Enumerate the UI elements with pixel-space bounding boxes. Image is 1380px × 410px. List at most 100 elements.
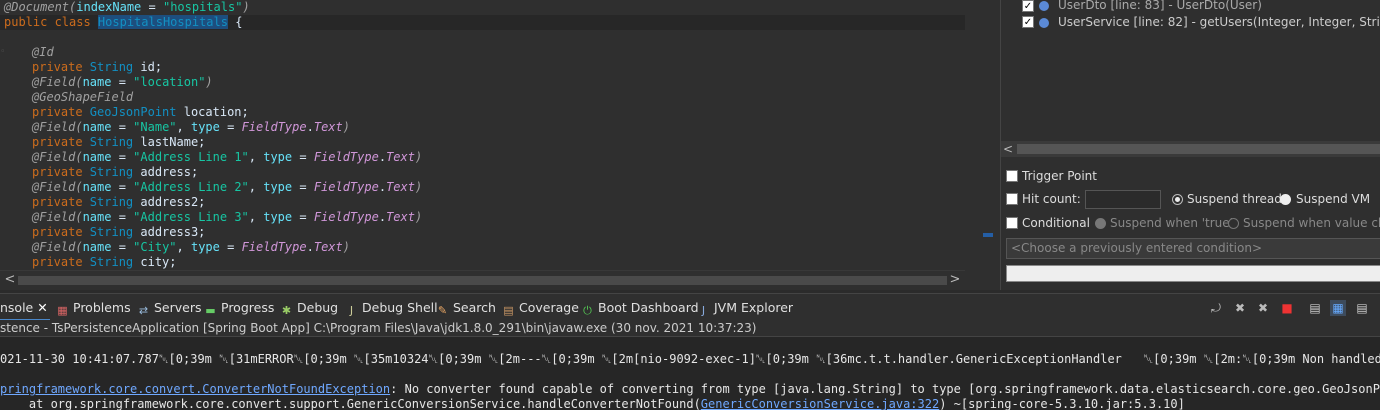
scroll-left-arrow-icon[interactable]: < (1003, 141, 1013, 157)
code-line[interactable]: private String id; (32, 60, 162, 75)
tab-label: Debug (297, 300, 339, 315)
tab-boot-dashboard[interactable]: ⏻ Boot Dashboard (581, 294, 698, 321)
condition-history-select[interactable]: <Choose a previously entered condition> (1006, 238, 1380, 259)
debug-shell-icon: J (349, 304, 354, 317)
scroll-right-arrow-icon[interactable]: > (947, 271, 963, 289)
enum-constant: Text (386, 210, 415, 224)
code-line[interactable]: private String address2; (32, 195, 205, 210)
code-editor[interactable]: @Document(indexName = "hospitals") publi… (0, 0, 980, 290)
hit-count-input[interactable] (1085, 190, 1161, 209)
word-wrap-icon[interactable]: ▤ (1354, 300, 1370, 316)
code-line[interactable]: private GeoJsonPoint location; (32, 105, 249, 120)
field-name: address; (133, 165, 199, 179)
code-line[interactable]: @Field(name = "Address Line 3", type = F… (32, 210, 422, 225)
tab-problems[interactable]: ▦ Problems (56, 294, 130, 321)
code-line[interactable]: private String address; (32, 165, 198, 180)
remove-all-terminated-icon[interactable]: ✖ (1255, 300, 1271, 316)
field-name: address3; (133, 225, 206, 239)
conditional-label: Conditional (1022, 216, 1090, 230)
operator: = (141, 0, 163, 14)
tab-search[interactable]: ✎ Search (436, 294, 496, 321)
code-line[interactable]: private String city; (32, 255, 177, 270)
string-literal: "Address Line 3" (133, 210, 249, 224)
tab-coverage[interactable]: ▤ Coverage (502, 294, 579, 321)
suspend-thread-radio[interactable] (1172, 194, 1183, 205)
type: GeoJsonPoint (89, 105, 177, 119)
fold-marker[interactable]: ◦ (0, 45, 10, 60)
field-name: location; (176, 105, 249, 119)
suspend-when-true-radio[interactable] (1095, 218, 1106, 229)
disconnect-icon[interactable]: ⤾ (1208, 300, 1224, 316)
enum-constant: Text (313, 120, 343, 134)
stack-trace-link[interactable]: GenericConversionService.java:322 (701, 397, 939, 410)
suspend-when-changes-radio[interactable] (1228, 218, 1239, 229)
code-line[interactable]: private String address3; (32, 225, 205, 240)
operator: = (111, 150, 134, 164)
keyword: private (32, 255, 90, 269)
clear-console-icon[interactable]: ▤ (1307, 300, 1323, 316)
console-output[interactable]: 021-11-30 10:41:07.787␀[0;39m ␀[31mERROR… (0, 336, 1380, 410)
editor-horizontal-scrollbar[interactable]: < > (0, 270, 965, 288)
code-line-current[interactable]: public class HospitalsHospitals { (0, 15, 965, 30)
operator: = (292, 180, 314, 194)
keyword: private (32, 105, 90, 119)
tab-servers[interactable]: ⇄ Servers (137, 294, 202, 321)
close-icon[interactable]: ✕ (37, 300, 47, 315)
code-line[interactable]: @Field(name = "Address Line 2", type = F… (32, 180, 422, 195)
breakpoints-horizontal-scrollbar[interactable]: < (1001, 141, 1380, 157)
tab-jvm-explorer[interactable]: J JVM Explorer (697, 294, 793, 321)
scrollbar-thumb[interactable] (18, 276, 947, 285)
code-line[interactable]: @Field(name = "Name", type = FieldType.T… (32, 120, 350, 135)
annotation: @Field( (32, 150, 83, 164)
bottom-view-tabs: nsole ✕ ▦ Problems ⇄ Servers ▬ Progress ✱ De… (0, 293, 1380, 321)
scrollbar-thumb[interactable] (1017, 144, 1380, 154)
console-text: : No converter found capable of converti… (390, 382, 1380, 396)
comma: , (248, 150, 264, 164)
suspend-vm-radio[interactable] (1280, 194, 1291, 205)
code-line[interactable]: @GeoShapeField (32, 90, 133, 105)
type: String (89, 165, 134, 179)
code-line[interactable]: @Field(name = "location") (32, 75, 213, 90)
field-name: lastName; (133, 135, 206, 149)
breakpoint-label[interactable]: UserService [line: 82] - getUsers(Intege… (1058, 14, 1380, 30)
editor-vertical-scrollbar[interactable] (965, 0, 980, 270)
trigger-point-checkbox[interactable] (1006, 170, 1018, 182)
condition-input[interactable] (1006, 265, 1380, 282)
operator: = (219, 120, 242, 134)
exception-link[interactable]: pringframework.core.convert.ConverterNot… (0, 382, 390, 396)
enum-constant: Text (386, 150, 415, 164)
tab-console[interactable]: nsole ✕ (0, 294, 50, 321)
breakpoint-checkbox[interactable]: ✓ (1022, 16, 1034, 28)
breakpoint-label[interactable]: UserDto [line: 83] - UserDto(User) (1058, 0, 1262, 13)
enum-type: FieldType (313, 210, 379, 224)
terminate-icon[interactable]: ■ (1279, 300, 1295, 316)
conditional-checkbox[interactable] (1006, 217, 1018, 229)
hit-count-checkbox[interactable] (1006, 193, 1018, 205)
tab-progress[interactable]: ▬ Progress (204, 294, 274, 321)
dot: . (306, 120, 314, 134)
type: String (89, 195, 134, 209)
string-literal: "City" (133, 240, 177, 254)
keyword: public class (4, 15, 98, 29)
annotation-param: name (82, 120, 112, 134)
breakpoint-checkbox[interactable]: ✓ (1022, 0, 1034, 12)
code-line[interactable]: private String lastName; (32, 135, 205, 150)
code-line[interactable]: @Document(indexName = "hospitals") (4, 0, 250, 15)
dot: . (378, 180, 387, 194)
paren: ) (342, 120, 350, 134)
code-line[interactable]: @Id (32, 45, 54, 60)
remove-launch-icon[interactable]: ✖ (1232, 300, 1248, 316)
keyword: private (32, 60, 90, 74)
coverage-icon: ▤ (503, 304, 514, 317)
console-line: at org.springframework.core.convert.supp… (0, 397, 1185, 410)
code-line[interactable]: @Field(name = "City", type = FieldType.T… (32, 240, 350, 255)
scroll-left-arrow-icon[interactable]: < (2, 271, 18, 289)
scroll-lock-icon[interactable]: ▦ (1330, 300, 1346, 316)
comma: , (176, 240, 191, 254)
tab-debug[interactable]: ✱ Debug (280, 294, 338, 321)
overview-ruler[interactable] (980, 0, 1000, 290)
code-line[interactable]: @Field(name = "Address Line 1", type = F… (32, 150, 422, 165)
overview-marker[interactable] (983, 233, 993, 237)
tab-debug-shell[interactable]: J Debug Shell (345, 294, 438, 321)
code-area[interactable]: @Document(indexName = "hospitals") publi… (0, 0, 965, 270)
